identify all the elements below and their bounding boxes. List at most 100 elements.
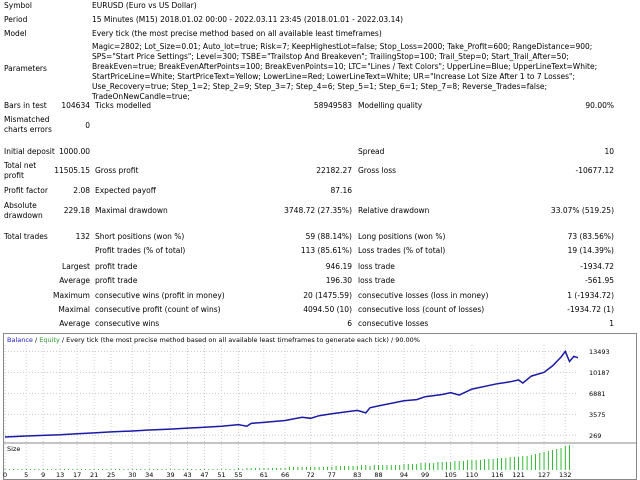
strategy-report: Symbol EURUSD (Euro vs US Dollar) Period…: [0, 0, 640, 330]
x-tick-label: 116: [491, 471, 503, 479]
legend-balance: Balance: [7, 336, 33, 344]
ptrades-value: 113 (85.61%): [300, 246, 352, 255]
maximum-label: Maximum: [53, 291, 90, 300]
symbol-value: EURUSD (Euro vs US Dollar): [92, 1, 197, 10]
x-tick-label: 0: [3, 471, 7, 479]
x-tick-label: 99: [421, 471, 429, 479]
x-tick-label: 94: [400, 471, 408, 479]
max-cw-label: consecutive wins (profit in money): [95, 291, 225, 300]
ticks-value: 58949583: [313, 101, 352, 110]
quality-value: 90.00%: [585, 101, 614, 110]
x-tick-label: 43: [183, 471, 191, 479]
avg-cl-label: consecutive losses: [358, 319, 429, 328]
ticks-label: Ticks modelled: [95, 101, 152, 110]
reldd-label: Relative drawdown: [358, 206, 430, 215]
largest-label: Largest: [62, 262, 90, 271]
model-value: Every tick (the most precise method base…: [92, 29, 382, 38]
period-label: Period: [4, 15, 28, 24]
payoff-label: Expected payoff: [95, 186, 156, 195]
largest-loss-value: -1934.72: [580, 262, 614, 271]
x-tick-label: 9: [41, 471, 45, 479]
netprofit-label-2: profit: [4, 171, 24, 180]
deposit-value: 1000.00: [58, 147, 90, 156]
absdd-label-2: drawdown: [4, 211, 43, 220]
x-tick-label: 55: [234, 471, 242, 479]
maximal-cp-label: consecutive profit (count of wins): [95, 305, 221, 314]
y-tick-label: 13493: [589, 348, 610, 356]
size-label: Size: [7, 445, 20, 453]
bars-label: Bars in test: [4, 101, 47, 110]
largest-profit-value: 946.19: [325, 262, 352, 271]
balance-chart: Balance / Equity / Every tick (the most …: [3, 333, 637, 480]
parameters-label: Parameters: [4, 64, 47, 73]
grossprofit-label: Gross profit: [95, 166, 139, 175]
short-label: Short positions (won %): [95, 232, 185, 241]
x-tick-label: 17: [73, 471, 81, 479]
legend-description: / Every tick (the most precise method ba…: [60, 336, 420, 344]
x-tick-label: 34: [145, 471, 153, 479]
netprofit-value: 11505.15: [54, 166, 90, 175]
spread-value: 10: [604, 147, 614, 156]
x-tick-label: 25: [107, 471, 115, 479]
short-value: 59 (88.14%): [305, 232, 352, 241]
x-tick-label: 13: [56, 471, 64, 479]
max-cl-label: consecutive losses (loss in money): [358, 291, 489, 300]
maximal-label: Maximal: [58, 305, 90, 314]
absdd-value: 229.18: [63, 206, 90, 215]
mismatched-value: 0: [85, 121, 90, 130]
x-tick-label: 83: [353, 471, 361, 479]
y-tick-label: 10187: [589, 369, 610, 377]
maximal-cl-label: consecutive loss (count of losses): [358, 305, 485, 314]
chart-legend: Balance / Equity / Every tick (the most …: [7, 336, 420, 344]
largest-profit-label: profit trade: [95, 262, 138, 271]
x-tick-label: 127: [538, 471, 550, 479]
x-tick-label: 51: [217, 471, 225, 479]
x-tick-label: 30: [128, 471, 136, 479]
max-cl-value: 1 (-1934.72): [567, 291, 614, 300]
maximal-cl-value: -1934.72 (1): [567, 305, 614, 314]
average-loss-value: -561.95: [585, 276, 614, 285]
avg-cw-label: consecutive wins: [95, 319, 160, 328]
largest-loss-label: loss trade: [358, 262, 395, 271]
ptrades-label: Profit trades (% of total): [95, 246, 186, 255]
grossprofit-value: 22182.27: [316, 166, 352, 175]
x-tick-label: 21: [90, 471, 98, 479]
x-tick-label: 110: [466, 471, 478, 479]
payoff-value: 87.16: [330, 186, 352, 195]
long-label: Long positions (won %): [358, 232, 446, 241]
y-tick-label: 3575: [589, 411, 606, 419]
ltrades-label: Loss trades (% of total): [358, 246, 446, 255]
x-tick-label: 121: [512, 471, 524, 479]
avg-cl-value: 1: [609, 319, 614, 328]
mismatched-label-2: charts errors: [4, 125, 52, 134]
netprofit-label-1: Total net: [4, 161, 37, 170]
legend-equity: Equity: [39, 336, 60, 344]
grossloss-label: Gross loss: [358, 166, 397, 175]
bars-value: 104634: [61, 101, 90, 110]
average-profit-label: profit trade: [95, 276, 138, 285]
maximal-cp-value: 4094.50 (10): [303, 305, 352, 314]
average-profit-value: 196.30: [325, 276, 352, 285]
pf-value: 2.08: [73, 186, 90, 195]
parameters-value: Magic=2802; Lot_Size=0.01; Auto_lot=true…: [92, 42, 598, 101]
grossloss-value: -10677.12: [575, 166, 615, 175]
average-label: Average: [59, 276, 90, 285]
model-label: Model: [4, 29, 27, 38]
avg2-label: Average: [59, 319, 90, 328]
x-tick-label: 132: [559, 471, 571, 479]
avg-cw-value: 6: [347, 319, 352, 328]
absdd-label-1: Absolute: [4, 201, 37, 210]
y-tick-label: 6881: [589, 390, 606, 398]
x-tick-label: 105: [444, 471, 456, 479]
mismatched-label-1: Mismatched: [4, 115, 50, 124]
maxdd-value: 3748.72 (27.35%): [284, 206, 352, 215]
x-tick-label: 5: [24, 471, 28, 479]
average-loss-label: loss trade: [358, 276, 395, 285]
quality-label: Modelling quality: [358, 101, 423, 110]
x-tick-label: 72: [306, 471, 314, 479]
chart-frame: [3, 333, 637, 480]
reldd-value: 33.07% (519.25): [550, 206, 614, 215]
trades-value: 132: [75, 232, 90, 241]
max-cw-value: 20 (1475.59): [303, 291, 352, 300]
period-value: 15 Minutes (M15) 2018.01.02 00:00 - 2022…: [92, 15, 404, 24]
